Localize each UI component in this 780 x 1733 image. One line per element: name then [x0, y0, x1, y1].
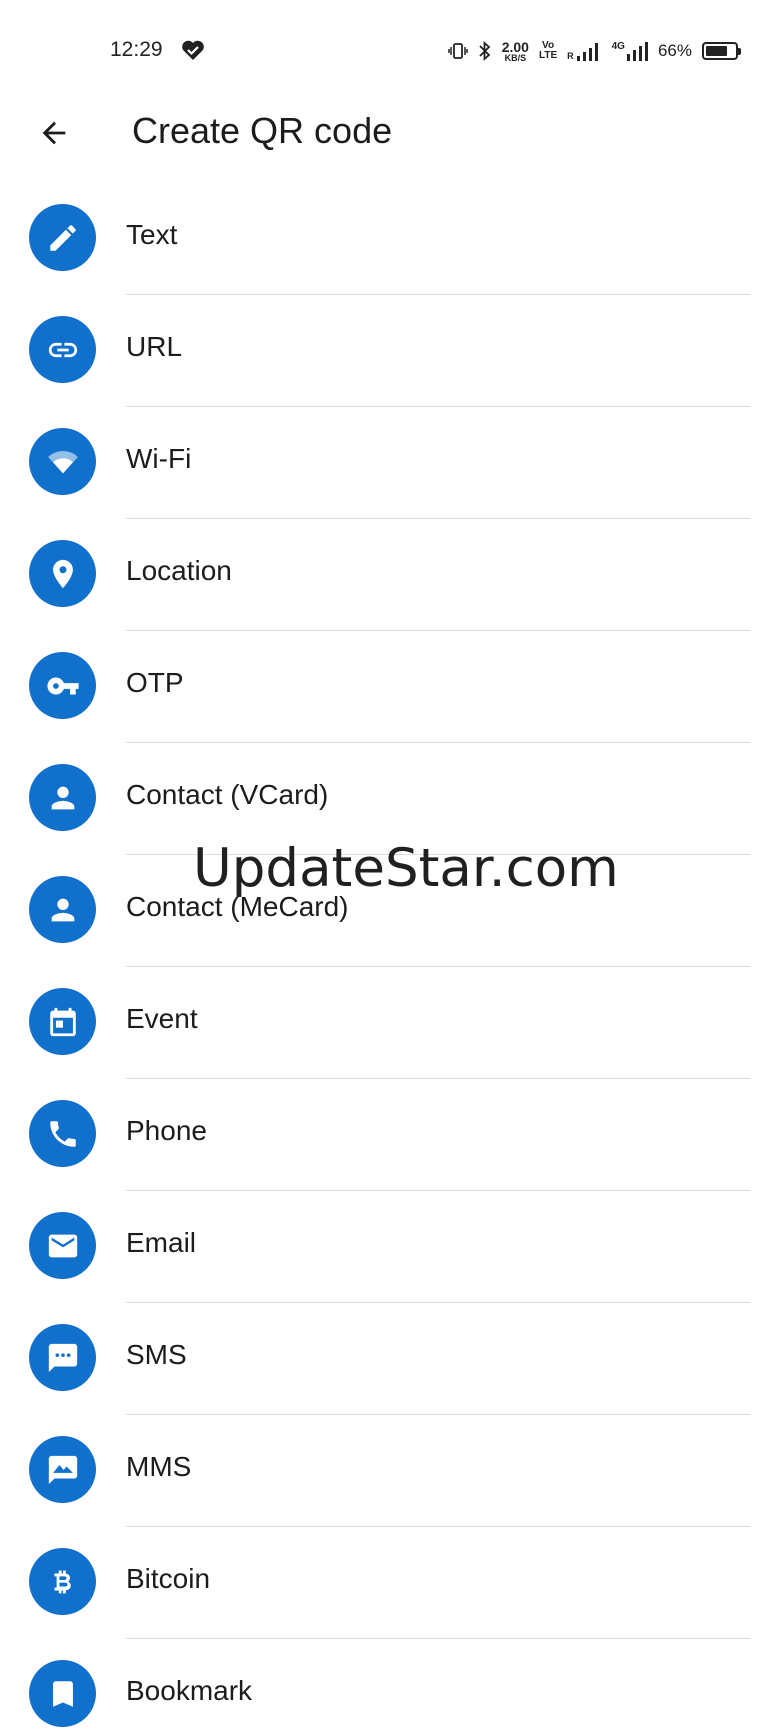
phone-icon	[29, 1100, 96, 1167]
status-bar: 12:29 2.00 KB/S Vo LTE R 4G 66%	[0, 0, 780, 100]
list-item-label: MMS	[126, 1451, 192, 1482]
battery-icon	[702, 42, 741, 60]
list-item-label: Bitcoin	[126, 1563, 211, 1594]
speed-value: 2.00	[501, 38, 529, 55]
speed-unit: KB/S	[504, 52, 527, 63]
person-icon	[29, 764, 96, 831]
health-heart-icon	[182, 40, 204, 60]
battery-fill	[706, 46, 728, 56]
person-icon	[29, 876, 96, 943]
list-item-label: Event	[126, 1003, 198, 1034]
mms-bubble-icon	[29, 1436, 96, 1503]
list-item-text[interactable]: Text	[0, 183, 780, 295]
list-item-label: Wi-Fi	[126, 443, 192, 474]
list-item-label: Bookmark	[126, 1675, 253, 1706]
list-item-event[interactable]: Event	[0, 967, 780, 1079]
bookmark-icon	[29, 1660, 96, 1727]
status-time: 12:29	[110, 38, 163, 61]
list-item-label: SMS	[126, 1339, 187, 1370]
list-item-contact-vcard[interactable]: Contact (VCard)	[0, 743, 780, 855]
bluetooth-icon	[479, 41, 491, 61]
list-item-location[interactable]: Location	[0, 519, 780, 631]
signal-2: 4G	[612, 41, 648, 61]
key-icon	[29, 652, 96, 719]
list-item-label: Location	[126, 555, 232, 586]
list-item-email[interactable]: Email	[0, 1191, 780, 1303]
list-item-label: Text	[126, 219, 178, 250]
list-item-label: OTP	[126, 667, 184, 698]
envelope-icon	[29, 1212, 96, 1279]
list-item-label: Contact (MeCard)	[126, 891, 349, 922]
network-speed: 2.00 KB/S	[502, 40, 529, 63]
list-item-label: URL	[126, 331, 183, 362]
wifi-icon	[29, 428, 96, 495]
volte-indicator: Vo LTE	[539, 41, 557, 61]
vibrate-icon	[447, 43, 468, 59]
battery-percent: 66%	[657, 41, 692, 60]
volte-bottom: LTE	[538, 50, 558, 61]
list-item-label: Contact (VCard)	[126, 779, 329, 810]
list-item-bookmark[interactable]: Bookmark	[0, 1639, 780, 1733]
qr-type-list: Text URL Wi-Fi Location OTP Contact (VCa…	[0, 183, 780, 1733]
signal-bars-icon	[626, 42, 648, 61]
bitcoin-icon	[29, 1548, 96, 1615]
arrow-back-icon	[42, 121, 66, 145]
pencil-icon	[29, 204, 96, 271]
signal-1: R	[567, 41, 602, 61]
list-item-label: Phone	[126, 1115, 207, 1146]
list-item-otp[interactable]: OTP	[0, 631, 780, 743]
link-icon	[29, 316, 96, 383]
app-bar: Create QR code	[0, 100, 780, 166]
list-item-bitcoin[interactable]: Bitcoin	[0, 1527, 780, 1639]
page-title: Create QR code	[132, 110, 393, 151]
back-button[interactable]	[28, 107, 80, 159]
list-item-contact-mecard[interactable]: Contact (MeCard)	[0, 855, 780, 967]
list-item-wifi[interactable]: Wi-Fi	[0, 407, 780, 519]
list-item-label: Email	[126, 1227, 197, 1258]
sms-bubble-icon	[29, 1324, 96, 1391]
calendar-icon	[29, 988, 96, 1055]
network-type: 4G	[611, 41, 625, 52]
list-item-phone[interactable]: Phone	[0, 1079, 780, 1191]
status-indicators: 2.00 KB/S Vo LTE R 4G 66%	[447, 36, 741, 66]
list-item-url[interactable]: URL	[0, 295, 780, 407]
list-item-sms[interactable]: SMS	[0, 1303, 780, 1415]
list-item-mms[interactable]: MMS	[0, 1415, 780, 1527]
signal-bars-icon	[576, 43, 598, 61]
roaming-indicator: R	[567, 51, 574, 61]
location-pin-icon	[29, 540, 96, 607]
